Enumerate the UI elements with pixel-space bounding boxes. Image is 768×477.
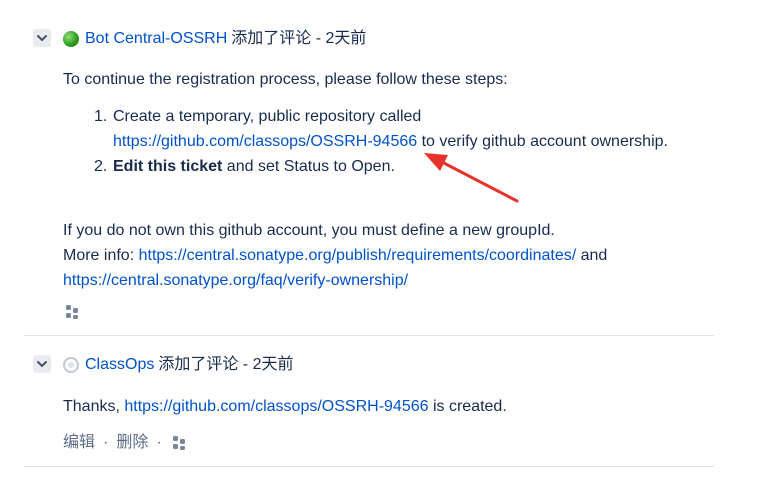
step-number: 1.	[94, 108, 108, 125]
step-text-after: to verify github account ownership.	[417, 133, 668, 150]
comment-body: Thanks, https://github.com/classops/OSSR…	[63, 394, 507, 419]
step-number: 2.	[94, 158, 108, 175]
groupid-note: If you do not own this github account, y…	[63, 222, 555, 239]
coordinates-link[interactable]: https://central.sonatype.org/publish/req…	[139, 247, 577, 264]
action-separator: ·	[103, 434, 109, 451]
more-info-label: More info:	[63, 247, 139, 264]
comment-intro: To continue the registration process, pl…	[63, 71, 508, 88]
collapse-comment-button[interactable]	[33, 355, 51, 373]
delete-comment-button[interactable]: 删除	[116, 433, 148, 453]
user-avatar	[63, 31, 79, 47]
repo-link[interactable]: https://github.com/classops/OSSRH-94566	[124, 398, 428, 415]
comment-action-time: 添加了评论 - 2天前	[231, 30, 367, 47]
comment-header: Bot Central-OSSRH 添加了评论 - 2天前	[63, 29, 366, 49]
chevron-down-icon	[37, 35, 47, 41]
comment-header: ClassOps 添加了评论 - 2天前	[63, 355, 293, 375]
comment-author-link[interactable]: Bot Central-OSSRH	[85, 29, 227, 49]
thanks-text: Thanks,	[63, 398, 125, 415]
permalink-icon[interactable]	[63, 303, 81, 321]
steps-list: 1. Create a temporary, public repository…	[63, 104, 713, 179]
comment-activity-panel: Bot Central-OSSRH 添加了评论 - 2天前 To continu…	[0, 0, 768, 477]
edit-ticket-text: Edit this ticket	[113, 158, 223, 175]
verify-ownership-link[interactable]: https://central.sonatype.org/faq/verify-…	[63, 272, 408, 289]
collapse-comment-button[interactable]	[33, 29, 51, 47]
permalink-icon[interactable]	[170, 434, 188, 452]
comment-footer-text: If you do not own this github account, y…	[63, 218, 703, 293]
action-separator: ·	[156, 434, 162, 451]
list-item: 2. Edit this ticket and set Status to Op…	[94, 154, 713, 179]
comment-classops: ClassOps 添加了评论 - 2天前 Thanks, https://git…	[0, 336, 714, 468]
comment-bot-central: Bot Central-OSSRH 添加了评论 - 2天前 To continu…	[0, 0, 714, 336]
edit-comment-button[interactable]: 编辑	[63, 433, 95, 453]
comment-author-link[interactable]: ClassOps	[85, 355, 154, 375]
comment-actions: 编辑 · 删除 ·	[63, 433, 188, 453]
created-text: is created.	[428, 398, 507, 415]
comment-divider	[24, 466, 714, 467]
user-avatar	[63, 357, 79, 373]
chevron-down-icon	[37, 361, 47, 367]
list-item: 1. Create a temporary, public repository…	[94, 104, 713, 154]
step-text-after: and set Status to Open.	[222, 158, 395, 175]
and-text: and	[576, 247, 608, 264]
comment-action-time: 添加了评论 - 2天前	[158, 356, 294, 373]
repo-link[interactable]: https://github.com/classops/OSSRH-94566	[113, 133, 417, 150]
step-text: Create a temporary, public repository ca…	[113, 108, 422, 125]
